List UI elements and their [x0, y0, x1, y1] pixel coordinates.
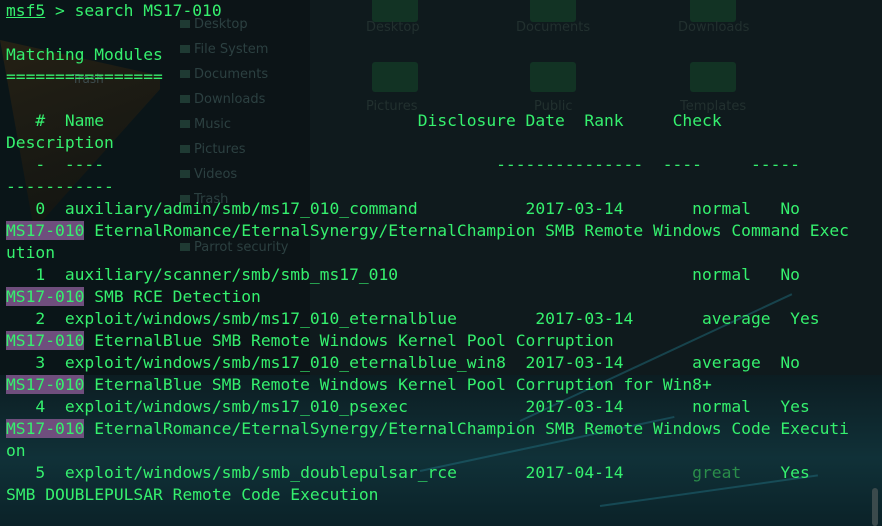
module-description: MS17-010 EternalBlue SMB Remote Windows …: [6, 375, 712, 394]
column-date: Disclosure Date: [417, 111, 565, 130]
module-description: MS17-010 SMB RCE Detection: [6, 287, 261, 306]
search-match-highlight: MS17-010: [6, 221, 85, 240]
search-match-highlight: MS17-010: [6, 375, 85, 394]
module-row: 2 exploit/windows/smb/ms17_010_eternalbl…: [6, 309, 820, 328]
search-match-highlight: MS17-010: [6, 419, 85, 438]
column-description: Description: [6, 133, 114, 152]
column-header-row: # Name Disclosure Date Rank Check: [6, 110, 722, 132]
module-row: 3 exploit/windows/smb/ms17_010_eternalbl…: [6, 353, 800, 372]
module-row: 1 auxiliary/scanner/smb/smb_ms17_010 nor…: [6, 265, 800, 284]
column-num: #: [35, 111, 46, 130]
module-description: SMB DOUBLEPULSAR Remote Code Execution: [6, 485, 379, 504]
header-dash-row: - ---- --------------- ---- -----: [6, 155, 800, 174]
prompt-command: > search MS17-010: [45, 1, 222, 20]
results-heading: Matching Modules: [6, 45, 163, 64]
prompt-user: msf5: [6, 1, 46, 20]
module-description: MS17-010 EternalRomance/EternalSynergy/E…: [6, 221, 849, 240]
column-name: Name: [64, 111, 105, 130]
column-rank: Rank: [584, 111, 624, 130]
module-row: 5 exploit/windows/smb/smb_doublepulsar_r…: [6, 463, 810, 482]
module-description: MS17-010 EternalBlue SMB Remote Windows …: [6, 331, 614, 350]
module-row: 4 exploit/windows/smb/ms17_010_psexec 20…: [6, 397, 810, 416]
search-match-highlight: MS17-010: [6, 331, 85, 350]
module-description-wrap: ution: [6, 243, 56, 262]
search-match-highlight: MS17-010: [6, 287, 85, 306]
header-dash-desc: -----------: [6, 177, 114, 196]
results-heading-rule: ================: [6, 67, 163, 86]
command-prompt-line: msf5 > search MS17-010: [6, 0, 222, 22]
rank-great: great: [692, 463, 742, 482]
terminal-output[interactable]: msf5 > search MS17-010 Matching Modules …: [0, 0, 882, 526]
module-description: MS17-010 EternalRomance/EternalSynergy/E…: [6, 419, 849, 438]
module-row: 0 auxiliary/admin/smb/ms17_010_command 2…: [6, 199, 800, 218]
column-check: Check: [672, 111, 722, 130]
module-description-wrap: on: [6, 441, 26, 460]
